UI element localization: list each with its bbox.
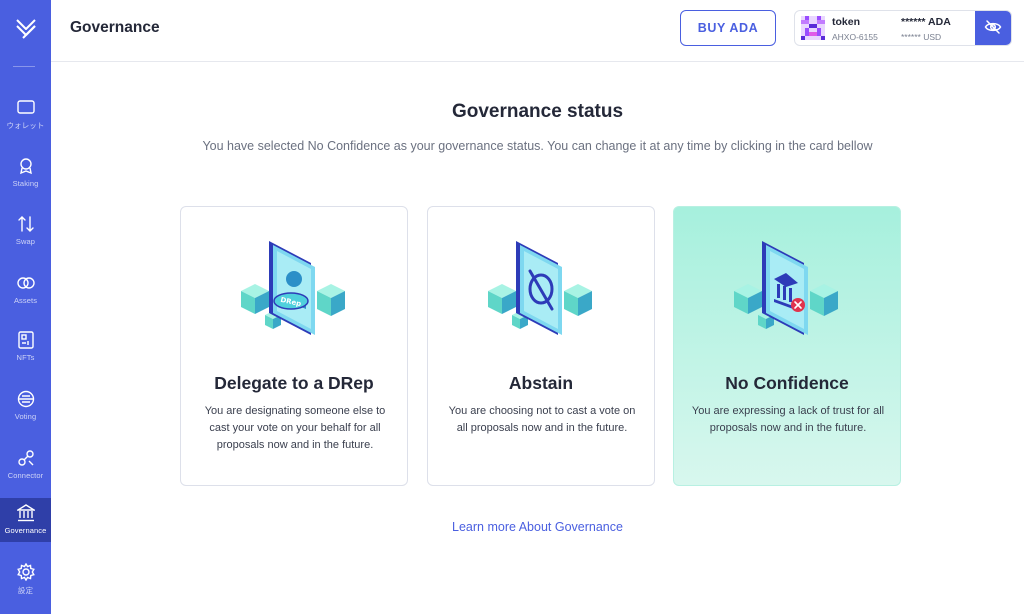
no-confidence-card[interactable]: No Confidence You are expressing a lack … <box>673 206 901 486</box>
sidebar-item-label: Voting <box>14 412 37 421</box>
governance-icon <box>16 503 36 523</box>
wallet-avatar-icon <box>801 16 825 40</box>
sidebar-item-swap[interactable]: Swap <box>0 209 51 253</box>
card-description: You are choosing not to cast a vote on a… <box>448 405 636 434</box>
card-title: No Confidence <box>725 373 849 393</box>
no-confidence-illustration-icon <box>732 239 842 339</box>
swap-icon <box>16 214 36 234</box>
sidebar-item-voting[interactable]: Voting <box>0 384 51 428</box>
abstain-illustration-icon <box>486 239 596 339</box>
top-header: Governance BUY ADA token AHXO-6155 *****… <box>51 0 1024 62</box>
delegate-drep-card[interactable]: DRep Delegate to a DRep You are designat… <box>180 206 408 486</box>
hide-balance-toggle[interactable] <box>975 11 1011 45</box>
card-title: Delegate to a DRep <box>214 373 374 393</box>
page-title: Governance <box>70 19 160 36</box>
sidebar-item-assets[interactable]: Assets <box>0 268 51 312</box>
governance-status-subtitle: You have selected No Confidence as your … <box>202 139 873 153</box>
wallet-ada-balance: ****** ADA <box>901 16 951 28</box>
yoroi-logo-icon[interactable] <box>0 12 51 46</box>
abstain-card[interactable]: Abstain You are choosing not to cast a v… <box>427 206 655 486</box>
card-description: You are designating someone else to cast… <box>204 405 386 451</box>
wallet-name: token <box>832 16 861 28</box>
gear-icon <box>16 562 36 582</box>
governance-status-title: Governance status <box>451 101 624 122</box>
sidebar-item-label: ウォレット <box>6 121 45 130</box>
wallet-usd-balance: ****** USD <box>901 32 942 42</box>
wallet-id: AHXO-6155 <box>832 32 878 42</box>
sidebar-item-wallet[interactable]: ウォレット <box>0 92 51 136</box>
sidebar-item-connector[interactable]: Connector <box>0 443 51 487</box>
card-description: You are expressing a lack of trust for a… <box>691 405 885 434</box>
sidebar-item-staking[interactable]: Staking <box>0 151 51 195</box>
delegate-illustration-icon: DRep <box>239 239 349 339</box>
card-title: Abstain <box>508 373 574 393</box>
connector-icon <box>16 448 36 468</box>
buy-ada-button[interactable]: BUY ADA <box>680 10 776 46</box>
staking-icon <box>16 156 36 176</box>
learn-more-governance-link[interactable]: Learn more About Governance <box>51 520 1024 534</box>
eye-off-icon <box>984 18 1002 41</box>
voting-icon <box>16 389 36 409</box>
sidebar-item-nfts[interactable]: NFTs <box>0 325 51 369</box>
sidebar-item-label: Swap <box>15 237 36 246</box>
sidebar-item-label: 設定 <box>17 586 34 595</box>
sidebar-divider <box>13 66 35 67</box>
sidebar-item-label: Connector <box>7 471 44 480</box>
sidebar-item-label: Governance <box>4 526 47 535</box>
sidebar-item-governance[interactable]: Governance <box>0 498 51 542</box>
sidebar-item-settings[interactable]: 設定 <box>0 557 51 601</box>
sidebar: ウォレット Staking Swap Assets NFTs Voting Co… <box>0 0 51 614</box>
nfts-icon <box>16 330 36 350</box>
assets-icon <box>16 273 36 293</box>
wallet-summary[interactable]: token AHXO-6155 ****** ADA ****** USD <box>794 10 1012 46</box>
wallet-icon <box>16 97 36 117</box>
sidebar-item-label: NFTs <box>16 353 35 362</box>
sidebar-item-label: Staking <box>12 179 39 188</box>
sidebar-item-label: Assets <box>13 296 38 305</box>
